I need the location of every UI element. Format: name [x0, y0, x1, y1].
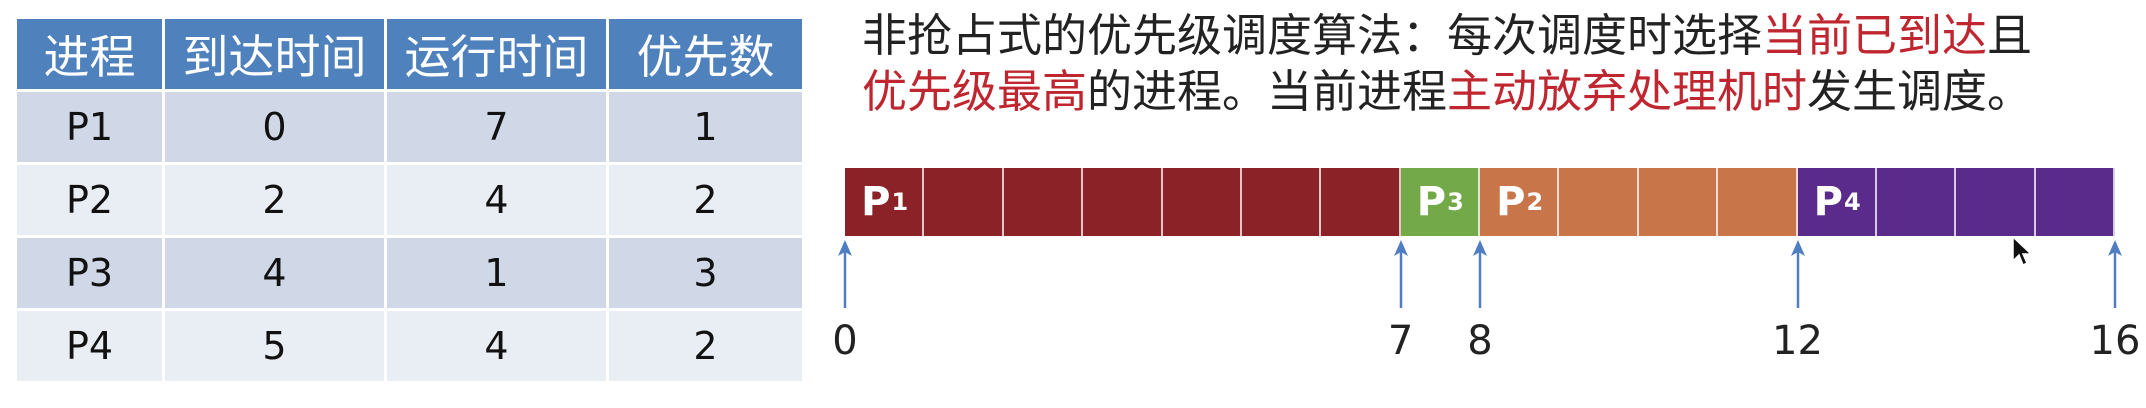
gantt-chart: P1P3P2P4	[845, 168, 2115, 236]
gantt-process-label: P2	[1480, 168, 1559, 236]
process-letter: P	[1813, 179, 1843, 225]
process-subscript: 4	[1844, 188, 1861, 216]
gantt-cell: P1	[845, 168, 925, 236]
gantt-cell: P2	[1480, 168, 1560, 236]
up-arrow-icon	[1465, 240, 1495, 310]
gantt-cell	[1638, 168, 1719, 236]
gantt-cell	[1083, 168, 1163, 236]
time-tick-label: 16	[2089, 318, 2141, 364]
process-subscript: 3	[1447, 188, 1464, 216]
cell-arrival: 0	[162, 89, 387, 165]
header-process: 进程	[14, 16, 165, 92]
gantt-cell	[2035, 168, 2115, 236]
gantt-cell	[1956, 168, 2036, 236]
description-text: 且	[1987, 9, 2033, 62]
cell-runtime: 4	[384, 162, 609, 238]
time-tick-label: 7	[1387, 318, 1414, 364]
cell-priority: 2	[606, 308, 805, 384]
process-subscript: 2	[1526, 188, 1544, 216]
process-letter: P	[1416, 179, 1447, 225]
gantt-process-label: P1	[845, 168, 924, 236]
header-priority: 优先数	[606, 16, 805, 92]
cell-process: P2	[14, 162, 165, 238]
cell-runtime: 7	[384, 89, 609, 165]
cell-process: P4	[14, 308, 165, 384]
gantt-cell	[1241, 168, 1322, 236]
table-row: P2 2 4 2	[14, 162, 805, 238]
process-table: 进程 到达时间 运行时间 优先数 P1 0 7 1 P2 2 4 2 P3 4 …	[14, 16, 805, 384]
description-text: 的进程。当前进程	[1087, 65, 1448, 118]
table-header-row: 进程 到达时间 运行时间 优先数	[14, 16, 805, 92]
process-letter: P	[861, 179, 891, 225]
cell-arrival: 5	[162, 308, 387, 384]
table-row: P1 0 7 1	[14, 89, 805, 165]
gantt-cell	[1162, 168, 1242, 236]
algorithm-description: 非抢占式的优先级调度算法：每次调度时选择当前已到达且 优先级最高的进程。当前进程…	[862, 8, 2132, 120]
time-tick-label: 8	[1467, 318, 1493, 364]
description-line-2: 优先级最高的进程。当前进程主动放弃处理机时发生调度。	[862, 64, 2132, 120]
cell-process: P1	[14, 89, 165, 165]
highlight-highest-priority: 优先级最高	[862, 65, 1088, 118]
process-subscript: 1	[891, 188, 909, 216]
description-text: 非抢占式的优先级调度算法：每次调度时选择	[862, 9, 1763, 62]
cell-arrival: 4	[162, 235, 387, 311]
header-arrival-time: 到达时间	[162, 16, 387, 92]
cell-runtime: 1	[384, 235, 609, 311]
description-line-1: 非抢占式的优先级调度算法：每次调度时选择当前已到达且	[862, 8, 2132, 64]
gantt-cell: P3	[1400, 168, 1480, 236]
cell-priority: 3	[606, 235, 805, 311]
gantt-cell	[1876, 168, 1957, 236]
gantt-process-label: P3	[1401, 168, 1480, 236]
gantt-cell: P4	[1797, 168, 1877, 236]
gantt-cell	[1559, 168, 1639, 236]
gantt-cell	[924, 168, 1004, 236]
highlight-arrived: 当前已到达	[1762, 9, 1988, 62]
up-arrow-icon	[830, 240, 860, 310]
time-tick-label: 12	[1772, 318, 1823, 364]
cell-process: P3	[14, 235, 165, 311]
table-row: P4 5 4 2	[14, 308, 805, 384]
mouse-pointer-icon	[2012, 235, 2034, 272]
up-arrow-icon	[1386, 240, 1416, 310]
gantt-cell	[1718, 168, 1798, 236]
up-arrow-icon	[2100, 240, 2130, 310]
up-arrow-icon	[1783, 240, 1813, 310]
cell-priority: 2	[606, 162, 805, 238]
gantt-cell	[1321, 168, 1401, 236]
description-text: 发生调度。	[1807, 65, 2033, 118]
header-run-time: 运行时间	[384, 16, 609, 92]
process-letter: P	[1496, 179, 1526, 225]
cell-priority: 1	[606, 89, 805, 165]
gantt-cell	[1003, 168, 1084, 236]
gantt-process-label: P4	[1798, 168, 1877, 236]
table-row: P3 4 1 3	[14, 235, 805, 311]
cell-runtime: 4	[384, 308, 609, 384]
cell-arrival: 2	[162, 162, 387, 238]
time-tick-label: 0	[832, 318, 858, 364]
highlight-yield-cpu: 主动放弃处理机时	[1447, 65, 1808, 118]
